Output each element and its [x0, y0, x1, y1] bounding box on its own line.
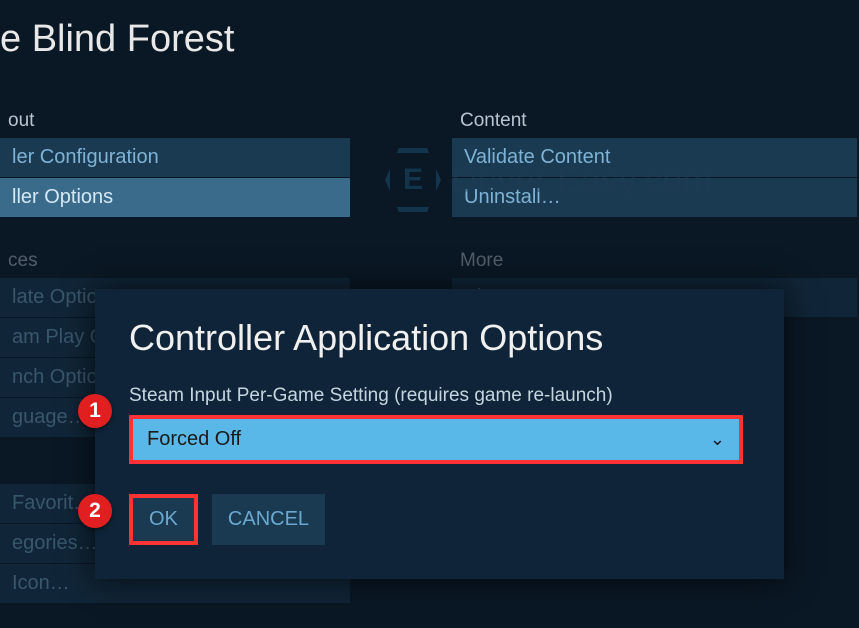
dropdown-highlight-box: Forced Off ⌄	[129, 415, 743, 464]
controller-options-dialog: Controller Application Options Steam Inp…	[95, 289, 784, 579]
list-item-ller-options[interactable]: ller Options	[0, 178, 350, 218]
left-section1-header: out	[0, 104, 350, 138]
left-section2-header: ces	[0, 244, 350, 278]
dialog-title: Controller Application Options	[129, 317, 750, 359]
ok-highlight-box: OK	[129, 494, 198, 545]
list-item-uninstall[interactable]: Uninstall…	[452, 178, 857, 218]
cancel-button[interactable]: CANCEL	[212, 494, 325, 545]
ok-button[interactable]: OK	[133, 498, 194, 541]
more-header: More	[452, 244, 857, 278]
dropdown-selected-value: Forced Off	[147, 428, 241, 451]
content-header: Content	[452, 104, 857, 138]
steam-input-label: Steam Input Per-Game Setting (requires g…	[129, 385, 750, 407]
annotation-badge-2: 2	[78, 494, 112, 528]
annotation-badge-1: 1	[78, 394, 112, 428]
list-item-validate-content[interactable]: Validate Content	[452, 138, 857, 178]
watermark-hex-icon: E	[385, 148, 441, 212]
page-title: e Blind Forest	[0, 0, 859, 61]
list-item-ler-configuration[interactable]: ler Configuration	[0, 138, 350, 178]
steam-input-dropdown[interactable]: Forced Off ⌄	[133, 419, 739, 460]
chevron-down-icon: ⌄	[710, 429, 725, 450]
